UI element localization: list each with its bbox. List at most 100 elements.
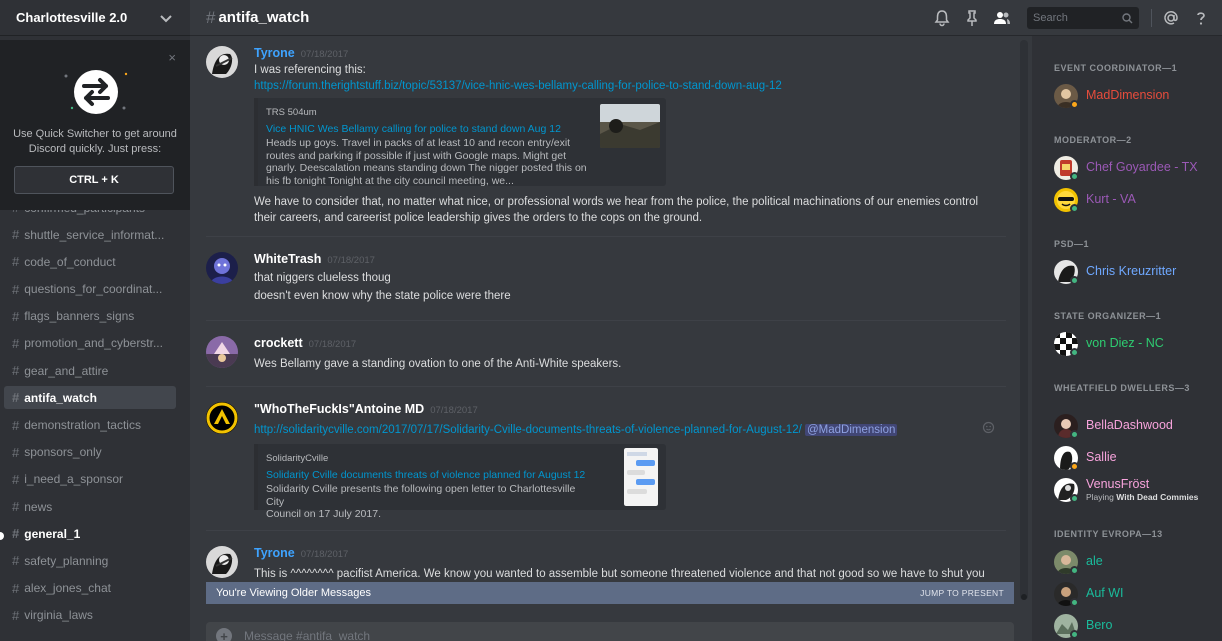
message-link[interactable]: https://forum.therightstuff.biz/topic/53… (254, 80, 782, 92)
avatar[interactable] (206, 546, 238, 578)
server-name: Charlottesville 2.0 (16, 10, 128, 25)
hash-icon: # (12, 227, 20, 243)
member-name: Auf WI (1086, 586, 1124, 600)
member-item[interactable]: VenusFröst Playing With Dead Commies (1054, 477, 1214, 505)
close-icon[interactable]: × (168, 50, 176, 65)
embed-thumbnail[interactable] (600, 104, 660, 148)
role-header: STATE ORGANIZER—1 (1054, 311, 1162, 321)
channel-item[interactable]: # sponsors_only (4, 441, 176, 464)
channel-item[interactable]: # news (4, 495, 176, 518)
message-input[interactable] (244, 629, 1004, 641)
server-header[interactable]: Charlottesville 2.0 (0, 0, 190, 36)
avatar[interactable] (206, 402, 238, 434)
older-messages-banner[interactable]: You're Viewing Older Messages JUMP TO PR… (206, 582, 1014, 604)
member-item[interactable]: Chef Goyardee - TX (1054, 155, 1214, 183)
member-name: Kurt - VA (1086, 192, 1136, 206)
member-item[interactable]: Bero (1054, 613, 1214, 641)
search-icon (1122, 12, 1133, 23)
username[interactable]: "WhoTheFuckIs"Antoine MD (254, 402, 424, 416)
avatar[interactable] (206, 336, 238, 368)
timestamp: 07/18/2017 (300, 549, 349, 560)
add-reaction-icon[interactable] (982, 420, 996, 434)
embed-title[interactable]: Vice HNIC Wes Bellamy calling for police… (266, 121, 656, 137)
status-online-indicator (1070, 630, 1079, 639)
chevron-down-icon[interactable] (158, 10, 174, 26)
member-item[interactable]: Chris Kreuzritter (1054, 259, 1214, 287)
embed-title[interactable]: Solidarity Cville documents threats of v… (266, 467, 656, 483)
hash-icon: # (12, 471, 20, 487)
channel-item[interactable]: # flags_banners_signs (4, 305, 176, 328)
channel-label: questions_for_coordinat... (24, 282, 163, 297)
channel-item-active[interactable]: # antifa_watch (4, 386, 176, 410)
avatar[interactable] (206, 46, 238, 78)
message-header: WhiteTrash 07/18/2017 (254, 252, 1014, 268)
message-header: "WhoTheFuckIs"Antoine MD 07/18/2017 (254, 402, 1014, 418)
channel-item[interactable]: # questions_for_coordinat... (4, 278, 176, 301)
message-divider (206, 386, 1006, 387)
timestamp: 07/18/2017 (430, 405, 478, 416)
username[interactable]: crockett (254, 336, 303, 350)
message-list: Tyrone 07/18/2017 I was referencing this… (190, 36, 1020, 582)
pin-icon[interactable] (963, 9, 981, 27)
member-item[interactable]: von Diez - NC (1054, 331, 1214, 359)
user-mention[interactable]: @MadDimension (805, 424, 898, 436)
username[interactable]: Tyrone (254, 46, 295, 60)
channel-label: gear_and_attire (24, 363, 109, 378)
channel-item[interactable]: # code_of_conduct (4, 250, 176, 273)
status-online-indicator (1070, 348, 1079, 357)
members-icon[interactable] (993, 9, 1011, 27)
search-box[interactable] (1027, 7, 1139, 29)
scrollbar-thumb[interactable] (1021, 594, 1027, 600)
member-activity: Playing With Dead Commies (1086, 492, 1199, 502)
hash-icon: # (12, 417, 20, 433)
status-online-indicator (1070, 430, 1079, 439)
member-name: Chris Kreuzritter (1086, 264, 1177, 278)
member-item[interactable]: BellaDashwood (1054, 413, 1214, 441)
message-text: I was referencing this: (254, 64, 366, 76)
username[interactable]: WhiteTrash (254, 252, 321, 266)
avatar[interactable] (206, 252, 238, 284)
member-item[interactable]: Sallie (1054, 445, 1214, 473)
channel-item[interactable]: # promotion_and_cyberstr... (4, 332, 176, 355)
at-icon[interactable] (1162, 9, 1180, 27)
channel-label: news (24, 499, 53, 514)
hash-icon: # (12, 308, 20, 324)
embed-thumbnail[interactable] (624, 448, 658, 506)
member-name: Chef Goyardee - TX (1086, 160, 1198, 174)
member-name: Bero (1086, 618, 1113, 632)
channel-sidebar: Charlottesville 2.0 #confirmed_participa… (0, 0, 190, 641)
channel-item[interactable]: # safety_planning (4, 549, 176, 572)
swap-arrows-icon (64, 70, 128, 114)
message-scrollbar[interactable] (1020, 40, 1028, 600)
channel-label: code_of_conduct (24, 254, 116, 269)
help-icon[interactable] (1192, 9, 1210, 27)
member-list: EVENT COORDINATOR—1 MadDimension MODERAT… (1032, 36, 1222, 641)
channel-item[interactable]: # alex_jones_chat (4, 577, 176, 600)
channel-item[interactable]: # virginia_laws (4, 604, 176, 627)
link-embed: SolidarityCville Solidarity Cville docum… (254, 444, 666, 520)
hash-icon: # (12, 580, 20, 596)
toolbar-divider (1151, 9, 1152, 27)
upload-plus-icon[interactable]: + (216, 628, 232, 641)
timestamp: 07/18/2017 (300, 49, 349, 60)
member-item[interactable]: MadDimension (1054, 83, 1214, 111)
shortcut-key: CTRL + K (14, 166, 174, 194)
channel-item[interactable]: # shuttle_service_informat... (4, 223, 176, 246)
bell-icon[interactable] (933, 9, 951, 27)
link-embed: TRS 504um Vice HNIC Wes Bellamy calling … (254, 98, 666, 187)
jump-to-present-button[interactable]: JUMP TO PRESENT (920, 588, 1004, 598)
embed-provider: SolidarityCville (266, 453, 329, 464)
member-item[interactable]: ale (1054, 549, 1214, 577)
status-online-indicator (1070, 566, 1079, 575)
hash-icon: # (12, 526, 20, 542)
member-name: Sallie (1086, 450, 1117, 464)
search-input[interactable] (1033, 12, 1122, 24)
username[interactable]: Tyrone (254, 546, 295, 560)
member-item[interactable]: Kurt - VA (1054, 187, 1214, 215)
channel-item[interactable]: # i_need_a_sponsor (4, 468, 176, 491)
channel-item[interactable]: # demonstration_tactics (4, 414, 176, 437)
channel-item-unread[interactable]: # general_1 (4, 522, 176, 545)
member-item[interactable]: Auf WI (1054, 581, 1214, 609)
channel-item[interactable]: # gear_and_attire (4, 359, 176, 382)
message-link[interactable]: http://solidaritycville.com/2017/07/17/S… (254, 424, 802, 436)
